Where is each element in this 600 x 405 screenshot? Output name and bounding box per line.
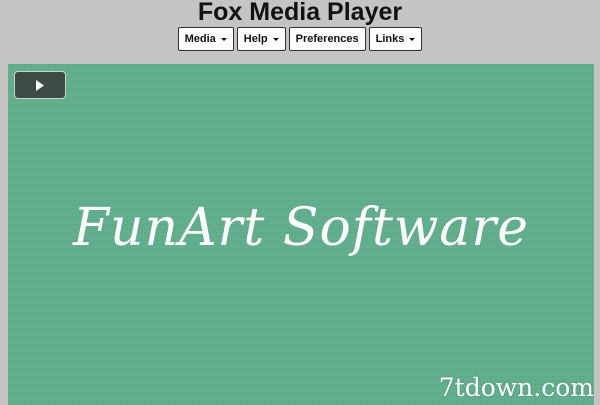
preferences-button[interactable]: Preferences — [288, 27, 366, 51]
caret-down-icon — [272, 38, 279, 41]
menu-bar: Media Help Preferences Links — [0, 27, 600, 51]
preferences-label: Preferences — [295, 33, 359, 45]
caret-down-icon — [409, 38, 416, 41]
links-menu-button[interactable]: Links — [368, 27, 423, 51]
help-menu-button[interactable]: Help — [236, 27, 286, 51]
media-menu-button[interactable]: Media — [177, 27, 234, 51]
caret-down-icon — [220, 38, 227, 41]
video-area[interactable]: FunArt Software — [8, 64, 594, 405]
links-menu-label: Links — [375, 33, 405, 45]
media-menu-label: Media — [184, 33, 216, 45]
watermark: 7tdown.com — [438, 373, 594, 402]
app-title: Fox Media Player — [197, 0, 403, 26]
play-button[interactable] — [14, 71, 66, 99]
splash-text: FunArt Software — [72, 198, 530, 258]
help-menu-label: Help — [243, 33, 268, 45]
play-icon — [36, 79, 44, 91]
